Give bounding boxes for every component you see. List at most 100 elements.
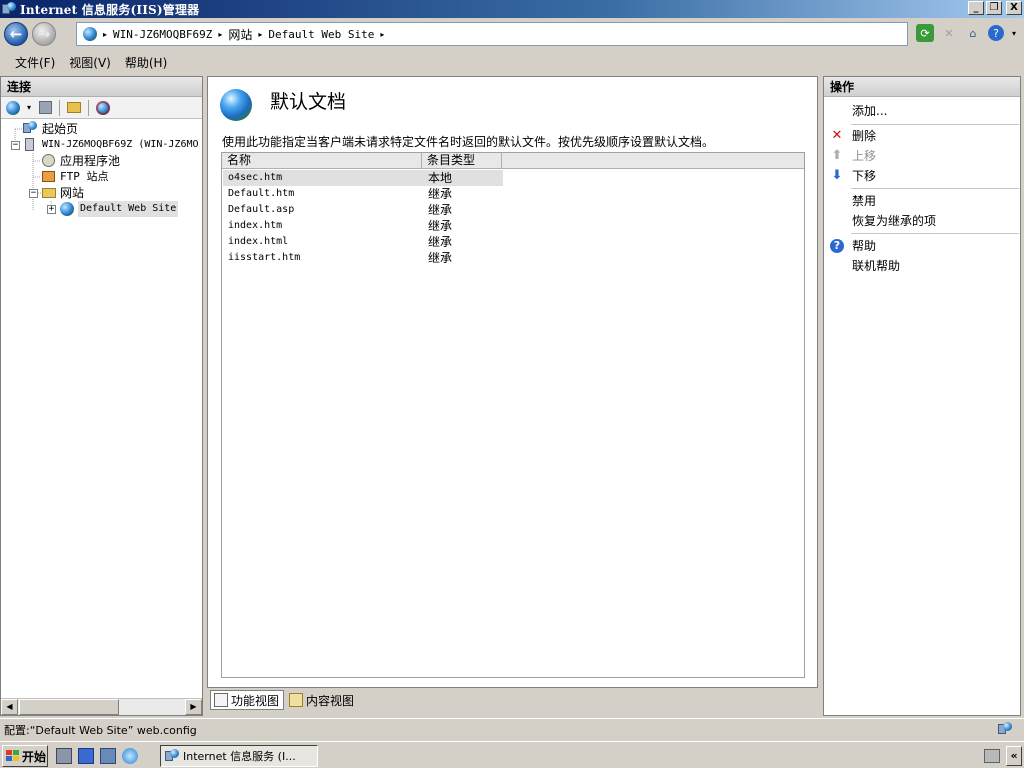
sites-folder-icon	[41, 185, 57, 201]
help-dropdown-icon[interactable]: ▾	[1010, 24, 1018, 42]
globe-icon	[83, 27, 97, 41]
action-label: 下移	[852, 169, 877, 183]
server-icon	[23, 137, 39, 153]
action-online-help[interactable]: 联机帮助	[824, 257, 1020, 275]
tree-label: 应用程序池	[60, 154, 121, 168]
action-move-down[interactable]: ⬇ 下移	[824, 167, 1020, 185]
view-tabs: 功能视图 内容视图	[210, 690, 358, 712]
powershell-icon[interactable]	[78, 748, 94, 764]
tree-node-app-pools[interactable]: 应用程序池	[41, 153, 120, 169]
tree-node-sites[interactable]: 网站	[41, 185, 84, 201]
list-item-type: 继承	[428, 187, 453, 201]
title-bar[interactable]: Internet 信息服务(IIS)管理器 _ ❐ X	[0, 0, 1024, 18]
menu-file[interactable]: 文件(F)	[8, 53, 62, 73]
taskbar-item-iis-manager[interactable]: Internet 信息服务 (I...	[160, 745, 318, 767]
connections-toolbar: ▾	[1, 97, 202, 119]
list-item[interactable]: o4sec.htm 本地	[223, 170, 503, 186]
globe-icon	[59, 201, 75, 217]
breadcrumb-site[interactable]: Default Web Site	[268, 28, 374, 41]
column-header-name[interactable]: 名称	[222, 153, 422, 168]
tree-label: 网站	[60, 186, 85, 200]
close-button[interactable]: X	[1006, 1, 1022, 15]
home-icon[interactable]: ⌂	[964, 24, 982, 42]
keyboard-icon[interactable]	[984, 749, 1000, 763]
start-button[interactable]: 开始	[2, 745, 48, 767]
list-item[interactable]: iisstart.htm 继承	[223, 250, 503, 266]
breadcrumb-separator-icon[interactable]: ▸	[103, 30, 107, 39]
connections-heading: 连接	[1, 77, 202, 97]
action-label: 恢复为继承的项	[852, 214, 937, 228]
system-tray: «	[984, 745, 1022, 767]
delete-icon: ✕	[831, 128, 843, 143]
list-item-type: 继承	[428, 235, 453, 249]
scroll-right-icon[interactable]: ▶	[185, 699, 202, 715]
list-item[interactable]: index.htm 继承	[223, 218, 503, 234]
up-folder-icon[interactable]	[65, 99, 83, 117]
action-add[interactable]: 添加...	[824, 102, 1020, 120]
list-item-type: 继承	[428, 203, 453, 217]
list-item[interactable]: Default.asp 继承	[223, 202, 503, 218]
address-breadcrumb[interactable]: ▸ WIN-JZ6MOQBF69Z ▸ 网站 ▸ Default Web Sit…	[76, 22, 908, 46]
tree-label: Default Web Site	[78, 201, 179, 217]
connect-icon[interactable]	[4, 99, 22, 117]
breadcrumb-separator-icon[interactable]: ▸	[258, 30, 262, 39]
internet-explorer-icon[interactable]	[122, 748, 138, 764]
disconnect-icon[interactable]	[94, 99, 112, 117]
refresh-icon[interactable]: ⟳	[916, 24, 934, 42]
breadcrumb-separator-icon[interactable]: ▸	[380, 30, 384, 39]
taskbar: 开始 Internet 信息服务 (I... «	[0, 741, 1024, 768]
tree-node-ftp-sites[interactable]: FTP 站点	[41, 169, 109, 185]
list-item-name: Default.htm	[228, 188, 295, 199]
stop-icon[interactable]: ✕	[940, 24, 958, 42]
list-item-name: index.htm	[228, 220, 283, 231]
tree-node-server[interactable]: WIN-JZ6MOQBF69Z (WIN-JZ6MO	[23, 137, 199, 153]
restore-button[interactable]: ❐	[986, 1, 1002, 15]
menu-view[interactable]: 视图(V)	[62, 53, 118, 73]
server-manager-icon[interactable]	[56, 748, 72, 764]
tray-collapse-button[interactable]: «	[1006, 746, 1022, 766]
action-label: 添加...	[852, 104, 888, 118]
breadcrumb-sites[interactable]: 网站	[228, 26, 252, 43]
action-disable[interactable]: 禁用	[824, 192, 1020, 210]
forward-button[interactable]: →	[32, 22, 56, 46]
windows-flag-icon	[6, 750, 20, 762]
scroll-thumb[interactable]	[19, 699, 119, 715]
show-desktop-icon[interactable]	[100, 748, 116, 764]
tree-collapse-icon[interactable]: −	[11, 141, 20, 150]
tree-expand-icon[interactable]: +	[47, 205, 56, 214]
list-item[interactable]: Default.htm 继承	[223, 186, 503, 202]
default-documents-list[interactable]: 名称 条目类型 o4sec.htm 本地 Default.htm 继承 Defa…	[221, 152, 805, 678]
list-item-name: o4sec.htm	[228, 172, 283, 183]
tree-node-start-page[interactable]: 起始页	[23, 121, 78, 137]
features-view-icon	[214, 693, 228, 707]
connections-tree: 起始页 − WIN-JZ6MOQBF69Z (WIN-JZ6MO 应用程序池 F…	[1, 119, 202, 217]
back-button[interactable]: ←	[4, 22, 28, 46]
window-title: Internet 信息服务(IIS)管理器	[20, 2, 200, 17]
action-delete[interactable]: ✕ 删除	[824, 127, 1020, 145]
list-item-type: 继承	[428, 251, 453, 265]
connect-dropdown-icon[interactable]: ▾	[25, 99, 33, 117]
action-separator	[851, 233, 1019, 234]
breadcrumb-separator-icon[interactable]: ▸	[218, 30, 222, 39]
action-revert-inherited[interactable]: 恢复为继承的项	[824, 212, 1020, 230]
tree-node-default-web-site[interactable]: Default Web Site	[59, 201, 179, 217]
tab-features-view[interactable]: 功能视图	[210, 690, 285, 710]
forward-arrow-icon: →	[37, 25, 51, 43]
help-icon[interactable]: ?	[988, 25, 1004, 41]
address-tools: ⟳ ✕ ⌂ ? ▾	[916, 22, 1018, 44]
breadcrumb-server[interactable]: WIN-JZ6MOQBF69Z	[113, 28, 212, 41]
horizontal-scrollbar[interactable]: ◀ ▶	[1, 698, 202, 715]
menu-help[interactable]: 帮助(H)	[118, 53, 174, 73]
action-move-up[interactable]: ⬆ 上移	[824, 147, 1020, 165]
save-icon[interactable]	[36, 99, 54, 117]
minimize-button[interactable]: _	[968, 1, 984, 15]
tree-collapse-icon[interactable]: −	[29, 189, 38, 198]
scroll-left-icon[interactable]: ◀	[1, 699, 18, 715]
start-label: 开始	[22, 749, 47, 764]
action-help[interactable]: ? 帮助	[824, 237, 1020, 255]
toolbar-separator	[59, 99, 60, 116]
list-item[interactable]: index.html 继承	[223, 234, 503, 250]
column-header-entry-type[interactable]: 条目类型	[422, 153, 502, 168]
status-bar: 配置:“Default Web Site” web.config	[0, 718, 1024, 740]
tab-content-view[interactable]: 内容视图	[286, 690, 358, 710]
